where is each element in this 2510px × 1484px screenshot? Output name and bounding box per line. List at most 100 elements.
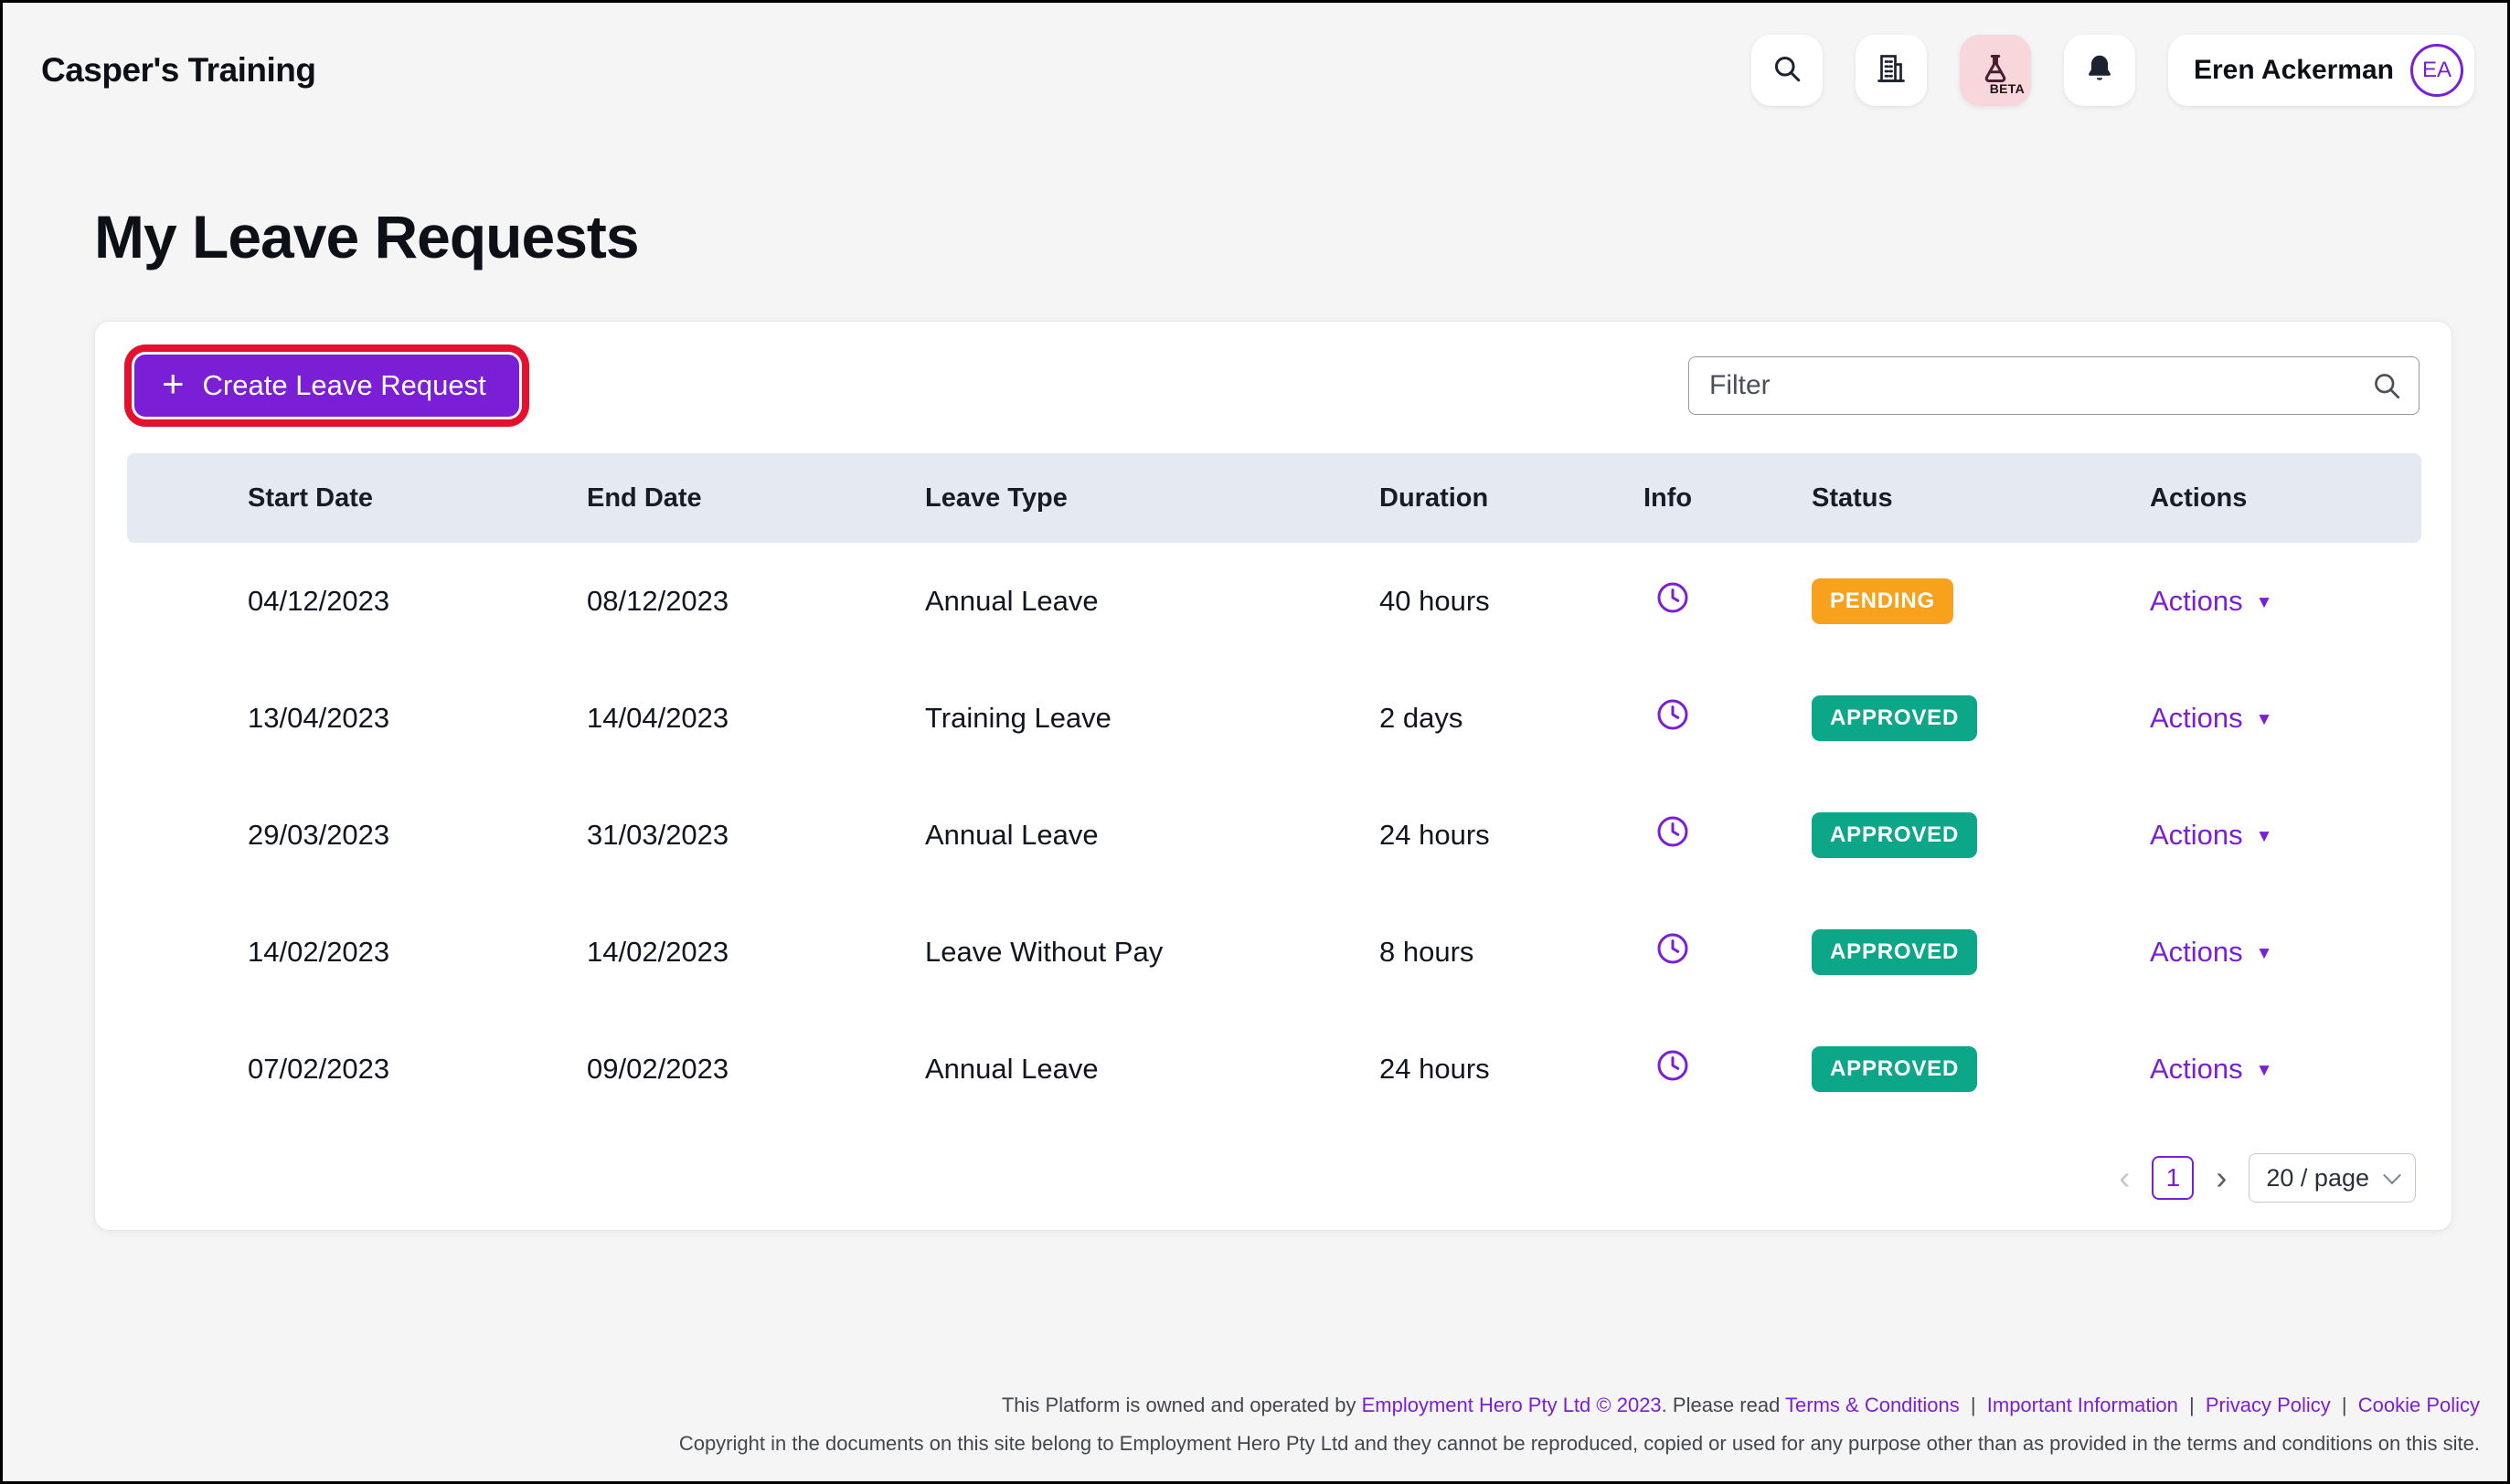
status-badge: APPROVED <box>1812 695 1978 741</box>
cell-leave-type: Annual Leave <box>925 1053 1099 1085</box>
cell-info <box>1643 543 1812 660</box>
footer-separator: | <box>2188 1394 2195 1416</box>
actions-label: Actions <box>2150 819 2243 851</box>
search-icon <box>1771 52 1803 90</box>
actions-label: Actions <box>2150 936 2243 968</box>
create-leave-request-button[interactable]: + Create Leave Request <box>134 355 519 417</box>
column-duration: Duration <box>1379 453 1643 543</box>
pagination-next-icon[interactable]: › <box>2216 1161 2227 1194</box>
footer-separator: | <box>1970 1394 1976 1416</box>
cell-start-date: 14/02/2023 <box>248 936 390 968</box>
cell-end-date: 14/02/2023 <box>587 936 729 968</box>
bell-icon <box>2083 52 2116 90</box>
actions-dropdown[interactable]: Actions ▼ <box>2150 702 2272 735</box>
cell-start-date: 04/12/2023 <box>248 585 390 617</box>
footer-link-company[interactable]: Employment Hero Pty Ltd © 2023 <box>1362 1394 1662 1416</box>
cell-duration: 8 hours <box>1379 936 1474 968</box>
search-button[interactable] <box>1751 35 1823 106</box>
status-badge: APPROVED <box>1812 929 1978 975</box>
column-status: Status <box>1812 453 2150 543</box>
clock-icon[interactable] <box>1654 930 1691 967</box>
actions-dropdown[interactable]: Actions ▼ <box>2150 585 2272 618</box>
status-badge: APPROVED <box>1812 1046 1978 1092</box>
cell-actions: Actions ▼ <box>2150 1011 2421 1128</box>
column-leave-type: Leave Type <box>925 453 1379 543</box>
create-leave-request-label: Create Leave Request <box>202 369 486 401</box>
cell-status: APPROVED <box>1812 777 2150 894</box>
cell-end-date: 14/04/2023 <box>587 702 729 734</box>
cell-leave-type: Annual Leave <box>925 585 1099 617</box>
plus-icon: + <box>162 362 185 405</box>
page-size-value: 20 / page <box>2266 1163 2369 1192</box>
table-row: 04/12/2023 08/12/2023 Annual Leave 40 ho… <box>127 543 2421 660</box>
actions-label: Actions <box>2150 585 2243 617</box>
cell-duration: 40 hours <box>1379 585 1490 617</box>
footer-text: . Please read <box>1661 1394 1781 1416</box>
chevron-down-icon: ▼ <box>2255 827 2273 846</box>
cell-end-date: 08/12/2023 <box>587 585 729 617</box>
cell-actions: Actions ▼ <box>2150 777 2421 894</box>
page-title: My Leave Requests <box>94 203 640 270</box>
organisation-icon <box>1875 52 1908 90</box>
footer-legal-line: This Platform is owned and operated by E… <box>3 1394 2480 1417</box>
footer-copyright: Copyright in the documents on this site … <box>678 1432 2480 1455</box>
filter-field <box>1688 356 2420 415</box>
chevron-down-icon <box>2383 1166 2401 1185</box>
cell-leave-type: Training Leave <box>925 702 1111 734</box>
clock-icon[interactable] <box>1654 1047 1691 1084</box>
cell-actions: Actions ▼ <box>2150 894 2421 1011</box>
cell-duration: 24 hours <box>1379 819 1490 851</box>
user-name: Eren Ackerman <box>2194 55 2394 85</box>
status-badge: PENDING <box>1812 578 1953 624</box>
footer-link-privacy-policy[interactable]: Privacy Policy <box>2206 1394 2331 1416</box>
footer-link-important-information[interactable]: Important Information <box>1987 1394 2178 1416</box>
chevron-down-icon: ▼ <box>2255 1061 2273 1080</box>
pagination: ‹ 1 › 20 / page <box>127 1153 2420 1203</box>
actions-dropdown[interactable]: Actions ▼ <box>2150 1053 2272 1086</box>
beta-features-button[interactable]: BETA <box>1960 35 2031 106</box>
leave-requests-table: Start Date End Date Leave Type Duration … <box>127 453 2421 1128</box>
cell-end-date: 31/03/2023 <box>587 819 729 851</box>
pagination-page-1[interactable]: 1 <box>2152 1156 2195 1200</box>
notifications-button[interactable] <box>2064 35 2135 106</box>
actions-label: Actions <box>2150 1053 2243 1085</box>
user-menu[interactable]: Eren Ackerman EA <box>2168 35 2474 106</box>
clock-icon[interactable] <box>1654 696 1691 733</box>
cell-end-date: 09/02/2023 <box>587 1053 729 1085</box>
pagination-prev-icon[interactable]: ‹ <box>2119 1161 2130 1194</box>
cell-actions: Actions ▼ <box>2150 660 2421 777</box>
organisation-button[interactable] <box>1856 35 1927 106</box>
column-start-date: Start Date <box>127 453 587 543</box>
footer-separator: | <box>2341 1394 2347 1416</box>
clock-icon[interactable] <box>1654 579 1691 616</box>
page-size-select[interactable]: 20 / page <box>2249 1153 2416 1203</box>
status-badge: APPROVED <box>1812 812 1978 858</box>
column-end-date: End Date <box>587 453 925 543</box>
clock-icon[interactable] <box>1654 813 1691 850</box>
cell-leave-type: Leave Without Pay <box>925 936 1164 968</box>
leave-table-body: 04/12/2023 08/12/2023 Annual Leave 40 ho… <box>127 543 2421 1128</box>
chevron-down-icon: ▼ <box>2255 593 2273 612</box>
actions-dropdown[interactable]: Actions ▼ <box>2150 819 2272 852</box>
cell-start-date: 07/02/2023 <box>248 1053 390 1085</box>
column-actions: Actions <box>2150 453 2421 543</box>
table-row: 07/02/2023 09/02/2023 Annual Leave 24 ho… <box>127 1011 2421 1128</box>
cell-duration: 24 hours <box>1379 1053 1490 1085</box>
cell-leave-type: Annual Leave <box>925 819 1099 851</box>
actions-dropdown[interactable]: Actions ▼ <box>2150 936 2272 969</box>
cell-start-date: 29/03/2023 <box>248 819 390 851</box>
footer-link-cookie-policy[interactable]: Cookie Policy <box>2358 1394 2480 1416</box>
top-nav: Casper's Training BETA Eren Ackerman EA <box>3 3 2507 138</box>
footer-link-terms[interactable]: Terms & Conditions <box>1785 1394 1960 1416</box>
footer: This Platform is owned and operated by E… <box>3 1394 2507 1456</box>
cell-actions: Actions ▼ <box>2150 543 2421 660</box>
chevron-down-icon: ▼ <box>2255 710 2273 729</box>
cell-status: APPROVED <box>1812 1011 2150 1128</box>
brand-title: Casper's Training <box>41 51 316 89</box>
cell-info <box>1643 660 1812 777</box>
filter-input[interactable] <box>1688 356 2420 415</box>
cell-info <box>1643 1011 1812 1128</box>
nav-actions: BETA Eren Ackerman EA <box>1751 35 2474 106</box>
cell-info <box>1643 894 1812 1011</box>
table-header-row: Start Date End Date Leave Type Duration … <box>127 453 2421 543</box>
